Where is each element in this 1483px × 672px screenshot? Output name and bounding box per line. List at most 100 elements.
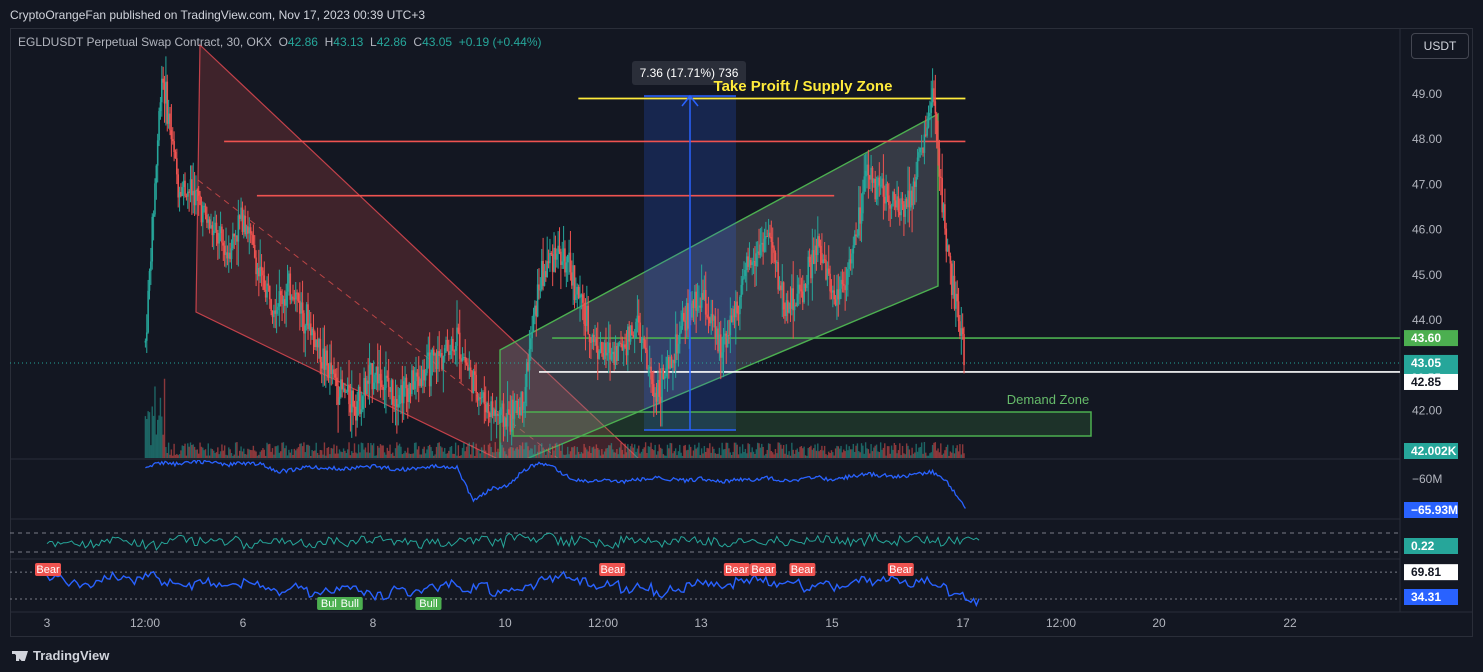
volume-bar	[353, 443, 356, 458]
candle-body	[800, 289, 803, 292]
candle-body	[877, 177, 879, 188]
candle-body	[625, 347, 628, 356]
candle-body	[643, 338, 646, 348]
candle-body	[721, 352, 723, 358]
volume-bar	[828, 451, 830, 458]
volume-bar	[720, 455, 722, 458]
candle-body	[495, 413, 498, 417]
volume-bar	[308, 445, 311, 458]
volume-bar	[526, 442, 528, 458]
tradingview-logo[interactable]: TradingView	[12, 648, 109, 663]
volume-bar	[877, 451, 879, 458]
volume-bar	[847, 450, 849, 458]
volume-bar	[284, 448, 286, 458]
volume-bar	[674, 448, 677, 458]
candle-body	[491, 401, 494, 416]
candle-body	[203, 205, 205, 207]
candle-body	[417, 376, 420, 386]
currency-button[interactable]: USDT	[1411, 33, 1469, 59]
volume-bar	[736, 444, 738, 458]
candle-body	[404, 377, 406, 382]
volume-bar	[777, 442, 779, 458]
candle-body	[364, 378, 367, 395]
candle-body	[834, 299, 837, 306]
volume-bar	[387, 450, 390, 458]
volume-bar	[174, 454, 177, 458]
volume-bar	[655, 454, 658, 458]
volume-bar	[691, 455, 693, 458]
candle-body	[621, 343, 624, 351]
candle-body	[599, 342, 602, 352]
candle-body	[356, 401, 359, 421]
volume-bar	[259, 451, 261, 458]
candle-body	[845, 284, 848, 291]
volume-bar	[408, 453, 410, 458]
candle-body	[756, 251, 759, 254]
candle-body	[785, 300, 788, 317]
volume-bar	[721, 442, 723, 458]
candle-body	[900, 198, 902, 216]
volume-bar	[396, 442, 398, 458]
price-axis[interactable]: 49.00 48.00 47.00 46.00 45.00 44.00 42.00 43.60…	[1404, 87, 1458, 605]
candle-body	[961, 328, 964, 335]
volume-bar	[264, 455, 267, 458]
candle-body	[542, 260, 544, 286]
candle-body	[883, 196, 886, 204]
candle-body	[841, 279, 844, 285]
volume-bar	[485, 450, 487, 458]
candle-body	[446, 339, 449, 352]
volume-bar	[759, 447, 762, 458]
candle-body	[262, 270, 264, 276]
candle-body	[601, 342, 603, 354]
volume-bar	[304, 452, 306, 458]
volume-bar	[457, 445, 460, 458]
volume-bar	[393, 455, 395, 458]
price-chart[interactable]: 7.36 (17.71%) 736 BearBull Bull BullBear Be…	[0, 0, 1483, 640]
candle-body	[407, 388, 409, 402]
candle-body	[595, 337, 598, 346]
volume-bar	[195, 449, 197, 458]
volume-bar	[592, 446, 595, 458]
candle-body	[864, 170, 867, 177]
candle-body	[618, 342, 621, 344]
candle-body	[935, 113, 938, 142]
candle-body	[867, 164, 870, 176]
candle-body	[299, 300, 301, 314]
volume-bar	[668, 448, 670, 458]
volume-bar	[316, 452, 319, 458]
candle-body	[202, 206, 204, 223]
candle-body	[314, 332, 316, 348]
candle-body	[367, 380, 369, 384]
volume-bar	[692, 450, 695, 458]
legend-symbol: EGLDUSDT Perpetual Swap Contract, 30, OK…	[18, 35, 272, 49]
time-axis[interactable]: 3 12:00 6 8 10 12:00 13 15 17 12:00 20 22	[44, 616, 1297, 630]
volume-bar	[187, 443, 189, 458]
candle-body	[223, 245, 226, 255]
candle-body	[505, 417, 507, 427]
candle-body	[167, 113, 170, 124]
volume-bar	[280, 451, 282, 458]
candle-body	[211, 225, 214, 236]
candle-body	[751, 262, 753, 266]
candle-body	[644, 347, 647, 350]
volume-bar	[960, 454, 962, 458]
volume-bar	[397, 445, 399, 458]
volume-bar	[305, 444, 308, 458]
candle-body	[569, 252, 572, 273]
candle-body	[402, 381, 405, 404]
candle-body	[929, 112, 931, 117]
candle-body	[702, 293, 704, 300]
candle-body	[426, 356, 428, 374]
volume-bar	[936, 450, 938, 458]
volume-bar	[920, 442, 923, 458]
candle-body	[208, 219, 211, 229]
volume-bar	[400, 446, 402, 458]
volume-bar	[722, 449, 725, 458]
candle-body	[333, 369, 335, 374]
candle-body	[278, 291, 281, 307]
candle-body	[207, 219, 210, 223]
volume-bar	[513, 450, 516, 458]
volume-bar	[800, 446, 803, 458]
volume-bar	[207, 443, 209, 458]
volume-bar	[374, 455, 376, 458]
